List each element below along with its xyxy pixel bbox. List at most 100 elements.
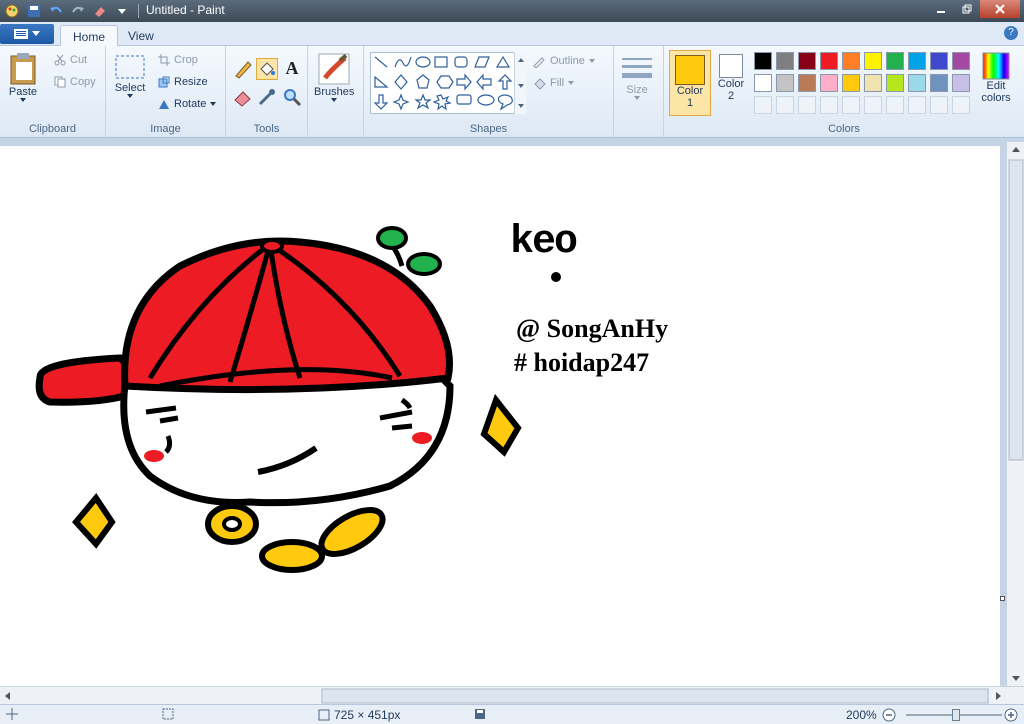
- size-button[interactable]: Size: [620, 54, 654, 100]
- palette-empty-swatch[interactable]: [776, 96, 794, 114]
- palette-swatch[interactable]: [908, 74, 926, 92]
- chevron-down-icon: [127, 94, 133, 98]
- paste-button[interactable]: Paste: [8, 52, 38, 102]
- palette-empty-swatch[interactable]: [952, 96, 970, 114]
- resize-button[interactable]: Resize: [158, 76, 208, 88]
- brushes-group: Brushes: [308, 46, 364, 138]
- select-button[interactable]: Select: [114, 54, 146, 98]
- palette-empty-swatch[interactable]: [842, 96, 860, 114]
- zoom-out-button[interactable]: [882, 708, 896, 722]
- ribbon: Paste Cut Copy Clipboard Select Crop Res…: [0, 46, 1024, 138]
- color2-button[interactable]: Color 2: [714, 54, 748, 102]
- redo-icon[interactable]: [70, 3, 86, 19]
- brushes-label: Brushes: [314, 86, 355, 98]
- canvas-size: 725 × 451px: [318, 708, 400, 722]
- hashtag-text: # hoidap247: [514, 348, 650, 377]
- palette-swatch[interactable]: [952, 74, 970, 92]
- palette-empty-swatch[interactable]: [820, 96, 838, 114]
- minimize-button[interactable]: [928, 0, 954, 18]
- outline-label: Outline: [550, 55, 585, 67]
- palette-swatch[interactable]: [754, 52, 772, 70]
- edit-colors-button[interactable]: Edit colors: [976, 52, 1016, 104]
- rotate-button[interactable]: Rotate: [158, 98, 217, 110]
- brushes-button[interactable]: Brushes: [314, 52, 354, 102]
- fill-bucket-icon[interactable]: [256, 58, 278, 80]
- save-icon[interactable]: [26, 3, 42, 19]
- image-group: Select Crop Resize Rotate Image: [106, 46, 226, 138]
- text-tool-icon[interactable]: A: [281, 58, 303, 80]
- paint-app-icon[interactable]: [4, 3, 20, 19]
- shapes-group-label: Shapes: [469, 123, 508, 135]
- paint-menu-button[interactable]: [0, 24, 54, 44]
- palette-swatch[interactable]: [952, 52, 970, 70]
- palette-swatch[interactable]: [820, 74, 838, 92]
- title-bar: Untitled - Paint: [0, 0, 1024, 22]
- palette-swatch[interactable]: [930, 74, 948, 92]
- tab-view[interactable]: View: [116, 25, 166, 46]
- cut-button[interactable]: Cut: [54, 54, 87, 66]
- horizontal-scrollbar[interactable]: [0, 686, 1024, 704]
- selection-size-icon: [162, 708, 174, 720]
- color2-label-a: Color: [717, 78, 745, 90]
- zoom-level: 200%: [846, 708, 877, 722]
- eraser-icon[interactable]: [92, 3, 108, 19]
- palette-swatch[interactable]: [776, 52, 794, 70]
- palette-swatch[interactable]: [776, 74, 794, 92]
- color1-button[interactable]: Color 1: [669, 50, 711, 116]
- palette-swatch[interactable]: [864, 52, 882, 70]
- undo-icon[interactable]: [48, 3, 64, 19]
- palette-swatch[interactable]: [754, 74, 772, 92]
- pencil-icon[interactable]: [232, 58, 254, 80]
- paste-icon: [10, 53, 36, 85]
- help-icon[interactable]: ?: [1004, 26, 1018, 40]
- magnifier-icon[interactable]: [281, 86, 303, 108]
- size-label: Size: [626, 84, 648, 96]
- palette-swatch[interactable]: [842, 52, 860, 70]
- canvas-area: keo @ SongAnHy # hoidap247: [0, 138, 1024, 686]
- palette-swatch[interactable]: [798, 74, 816, 92]
- drawing-canvas[interactable]: keo @ SongAnHy # hoidap247: [0, 146, 1005, 686]
- shapes-gallery[interactable]: [370, 52, 526, 114]
- palette-empty-swatch[interactable]: [886, 96, 904, 114]
- tab-home[interactable]: Home: [60, 25, 119, 46]
- chevron-down-icon: [331, 98, 338, 102]
- cartoon-drawing: [35, 226, 561, 573]
- size-group: Size: [614, 46, 664, 138]
- eraser-tool-icon[interactable]: [232, 86, 254, 108]
- outline-button[interactable]: Outline: [532, 54, 595, 68]
- palette-swatch[interactable]: [930, 52, 948, 70]
- rotate-icon: [159, 100, 169, 109]
- canvas-resize-handle[interactable]: [1000, 596, 1005, 601]
- customize-qat-chevron-icon[interactable]: [114, 3, 130, 19]
- palette-empty-swatch[interactable]: [754, 96, 772, 114]
- color1-label-b: 1: [686, 97, 694, 109]
- restore-button[interactable]: [954, 0, 980, 18]
- color-picker-icon[interactable]: [256, 86, 278, 108]
- crop-icon: [158, 54, 170, 66]
- crop-button[interactable]: Crop: [158, 54, 198, 66]
- colors-group: Color 1 Color 2 Edit colors Colors: [664, 46, 1024, 138]
- palette-swatch[interactable]: [864, 74, 882, 92]
- palette-swatch[interactable]: [886, 74, 904, 92]
- copy-button[interactable]: Copy: [54, 76, 96, 88]
- palette-swatch[interactable]: [798, 52, 816, 70]
- rainbow-palette-icon: [982, 52, 1010, 80]
- zoom-in-button[interactable]: [1004, 708, 1018, 722]
- clipboard-group-label: Clipboard: [28, 123, 77, 135]
- palette-swatch[interactable]: [886, 52, 904, 70]
- fill-icon: [534, 78, 546, 90]
- palette-swatch[interactable]: [820, 52, 838, 70]
- palette-empty-swatch[interactable]: [798, 96, 816, 114]
- palette-empty-swatch[interactable]: [930, 96, 948, 114]
- palette-swatch[interactable]: [842, 74, 860, 92]
- fill-button[interactable]: Fill: [532, 76, 575, 90]
- palette-swatch[interactable]: [908, 52, 926, 70]
- vertical-scrollbar[interactable]: [1006, 142, 1024, 686]
- palette-empty-swatch[interactable]: [864, 96, 882, 114]
- shapes-scroll[interactable]: [514, 52, 526, 114]
- menu-icon: [14, 29, 28, 39]
- zoom-slider-thumb[interactable]: [952, 709, 960, 721]
- outline-icon: [533, 57, 545, 68]
- close-button[interactable]: [980, 0, 1020, 18]
- palette-empty-swatch[interactable]: [908, 96, 926, 114]
